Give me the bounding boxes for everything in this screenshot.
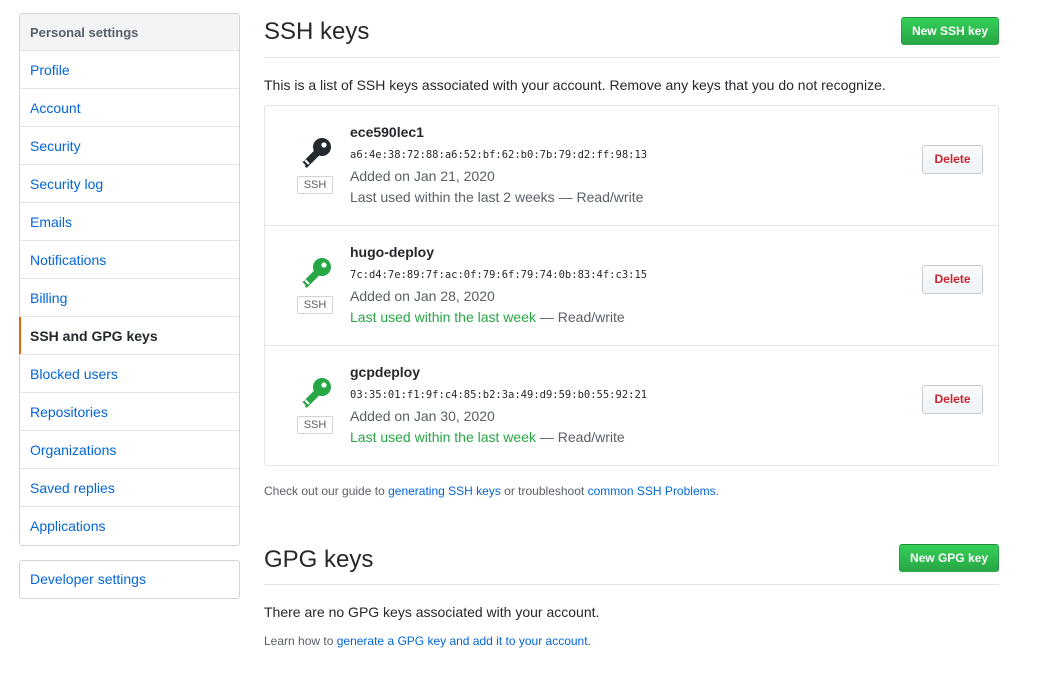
ssh-key-title: ece590lec1 (350, 124, 424, 140)
access-level: — Read/write (539, 429, 625, 445)
ssh-key-row: SSH hugo-deploy 7c:d4:7e:89:7f:ac:0f:79:… (265, 226, 998, 346)
ssh-key-last-used: Last used within the last 2 weeks — Read… (350, 189, 643, 205)
ssh-keys-title: SSH keys (264, 18, 370, 45)
ssh-keys-list: SSH ece590lec1 a6:4e:38:72:88:a6:52:bf:6… (264, 105, 999, 466)
generating-ssh-keys-link[interactable]: generating SSH keys (388, 484, 501, 498)
delete-key-button[interactable]: Delete (922, 385, 983, 414)
new-gpg-key-button[interactable]: New GPG key (898, 544, 999, 572)
last-used-text: Last used within the last week (350, 309, 536, 325)
sidebar-item-blocked-users[interactable]: Blocked users (20, 355, 239, 393)
ssh-key-fingerprint: 7c:d4:7e:89:7f:ac:0f:79:6f:79:74:0b:83:4… (350, 269, 648, 281)
ssh-key-added-date: Added on Jan 28, 2020 (350, 288, 495, 304)
gpg-empty-text: There are no GPG keys associated with yo… (264, 604, 600, 620)
ssh-type-badge: SSH (297, 176, 333, 194)
access-level: — Read/write (558, 189, 644, 205)
gpg-keys-title: GPG keys (264, 546, 374, 573)
sidebar-item-ssh-gpg-keys[interactable]: SSH and GPG keys (19, 317, 239, 355)
sidebar-item-billing[interactable]: Billing (20, 279, 239, 317)
ssh-key-last-used: Last used within the last week — Read/wr… (350, 429, 625, 445)
key-icon (301, 138, 331, 168)
guide-suffix: . (715, 484, 719, 498)
sidebar-item-security-log[interactable]: Security log (20, 165, 239, 203)
guide-prefix: Check out our guide to (264, 484, 385, 498)
developer-settings-menu: Developer settings (19, 560, 240, 599)
last-used-text: Last used within the last 2 weeks (350, 189, 555, 205)
ssh-key-added-date: Added on Jan 30, 2020 (350, 408, 495, 424)
ssh-key-title: gcpdeploy (350, 364, 421, 380)
new-ssh-key-button[interactable]: New SSH key (900, 17, 999, 45)
learn-prefix: Learn how to (264, 634, 334, 648)
settings-sidebar: Personal settings Profile Account Securi… (19, 13, 240, 546)
key-icon (301, 258, 331, 288)
ssh-key-fingerprint: 03:35:01:f1:9f:c4:85:b2:3a:49:d9:59:b0:5… (350, 389, 648, 401)
sidebar-item-developer-settings[interactable]: Developer settings (20, 561, 239, 598)
generate-gpg-key-link[interactable]: generate a GPG key and add it to your ac… (337, 634, 588, 648)
sidebar-item-applications[interactable]: Applications (20, 507, 239, 545)
gpg-learn-note: Learn how to generate a GPG key and add … (264, 634, 591, 648)
ssh-type-badge: SSH (297, 296, 333, 314)
sidebar-item-organizations[interactable]: Organizations (20, 431, 239, 469)
ssh-key-title: hugo-deploy (350, 244, 434, 260)
sidebar-heading: Personal settings (20, 14, 239, 51)
last-used-text: Last used within the last week (350, 429, 536, 445)
ssh-intro-text: This is a list of SSH keys associated wi… (264, 77, 886, 93)
sidebar-item-profile[interactable]: Profile (20, 51, 239, 89)
gpg-subhead: GPG keys New GPG key (264, 530, 999, 585)
common-ssh-problems-link[interactable]: common SSH Problems (588, 484, 716, 498)
sidebar-item-repositories[interactable]: Repositories (20, 393, 239, 431)
ssh-key-added-date: Added on Jan 21, 2020 (350, 168, 495, 184)
guide-middle: or troubleshoot (504, 484, 585, 498)
sidebar-item-security[interactable]: Security (20, 127, 239, 165)
sidebar-item-emails[interactable]: Emails (20, 203, 239, 241)
ssh-guide-note: Check out our guide to generating SSH ke… (264, 484, 719, 498)
delete-key-button[interactable]: Delete (922, 145, 983, 174)
ssh-key-row: SSH ece590lec1 a6:4e:38:72:88:a6:52:bf:6… (265, 106, 998, 226)
sidebar-item-notifications[interactable]: Notifications (20, 241, 239, 279)
ssh-subhead: SSH keys New SSH key (264, 0, 999, 58)
access-level: — Read/write (539, 309, 625, 325)
sidebar-item-saved-replies[interactable]: Saved replies (20, 469, 239, 507)
key-icon (301, 378, 331, 408)
learn-suffix: . (587, 634, 591, 648)
delete-key-button[interactable]: Delete (922, 265, 983, 294)
sidebar-item-account[interactable]: Account (20, 89, 239, 127)
ssh-key-row: SSH gcpdeploy 03:35:01:f1:9f:c4:85:b2:3a… (265, 346, 998, 466)
ssh-type-badge: SSH (297, 416, 333, 434)
ssh-key-fingerprint: a6:4e:38:72:88:a6:52:bf:62:b0:7b:79:d2:f… (350, 149, 648, 161)
ssh-key-last-used: Last used within the last week — Read/wr… (350, 309, 625, 325)
